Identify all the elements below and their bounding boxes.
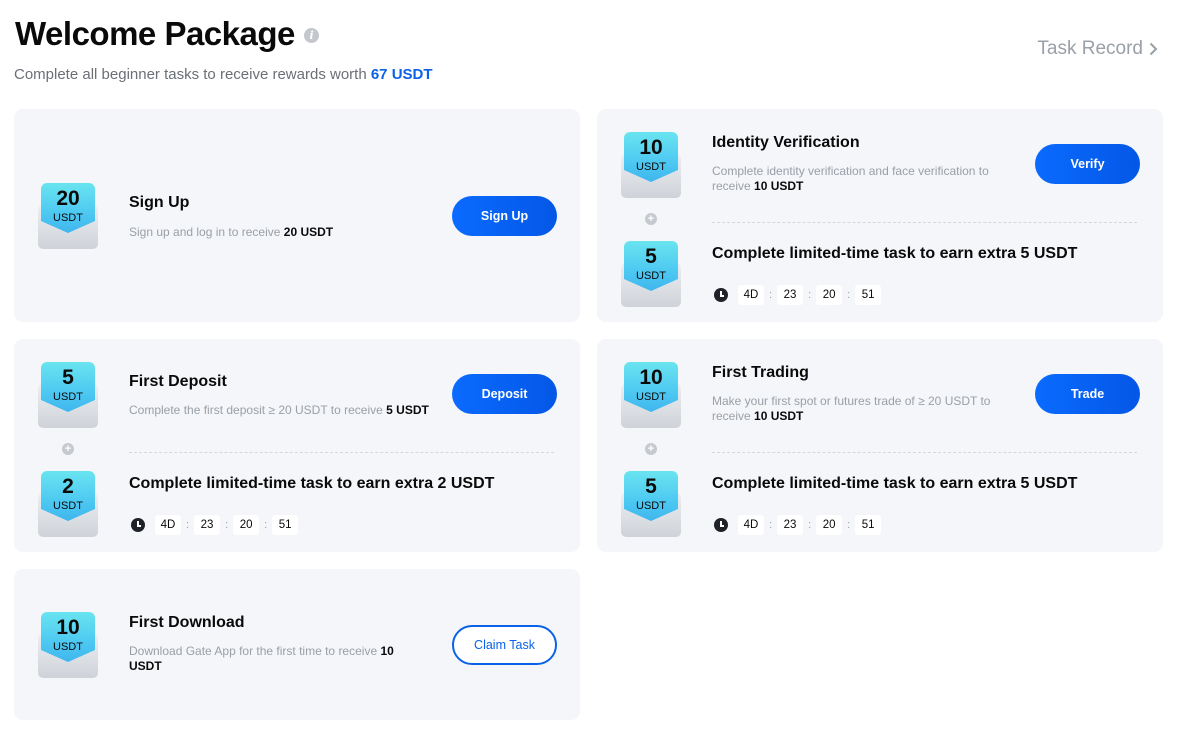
task-card-download: 10 USDT First Download Download Gate App… <box>14 569 580 720</box>
timer-days: 4D <box>738 515 764 535</box>
reward-badge: 10 USDT <box>38 612 98 678</box>
timer-hours: 23 <box>777 285 804 305</box>
page-title-text: Welcome Package <box>15 15 295 52</box>
task-title: First Trading <box>712 364 809 381</box>
reward-badge: 10 USDT <box>621 362 681 428</box>
clock-icon <box>714 288 728 302</box>
chevron-right-icon <box>1149 42 1158 56</box>
badge-value: 20 <box>56 187 80 210</box>
task-title: Sign Up <box>129 194 190 211</box>
page-title: Welcome Package i <box>15 15 319 53</box>
sign-up-button[interactable]: Sign Up <box>452 196 557 236</box>
badge-unit: USDT <box>53 500 83 512</box>
timer-hours: 23 <box>194 515 221 535</box>
badge-value: 5 <box>62 366 74 389</box>
task-description-text: Complete the first deposit ≥ 20 USDT to … <box>129 403 387 417</box>
page-subtitle: Complete all beginner tasks to receive r… <box>14 66 433 83</box>
task-title: Identity Verification <box>712 134 860 151</box>
countdown-timer: 4D : 23 : 20 : 51 <box>714 515 882 535</box>
timer-separator: : <box>186 519 190 531</box>
timer-separator: : <box>847 519 851 531</box>
badge-value: 5 <box>645 245 657 268</box>
task-card-trading: 10 USDT First Trading Make your first sp… <box>597 339 1163 552</box>
task-description-amount: 5 USDT <box>386 403 429 417</box>
timer-days: 4D <box>155 515 181 535</box>
badge-unit: USDT <box>636 270 666 282</box>
task-description: Complete identity verification and face … <box>712 164 1012 194</box>
timer-separator: : <box>808 519 812 531</box>
reward-badge: 2 USDT <box>38 471 98 537</box>
extra-task-title: Complete limited-time task to earn extra… <box>129 475 495 492</box>
task-description-text: Sign up and log in to receive <box>129 225 284 239</box>
info-icon[interactable]: i <box>303 27 319 43</box>
timer-seconds: 51 <box>272 515 299 535</box>
badge-unit: USDT <box>636 391 666 403</box>
task-title: First Deposit <box>129 373 227 390</box>
timer-separator: : <box>769 289 773 301</box>
task-description-text: Download Gate App for the first time to … <box>129 644 381 658</box>
divider <box>712 222 1137 223</box>
timer-seconds: 51 <box>855 285 882 305</box>
verify-button[interactable]: Verify <box>1035 144 1140 184</box>
task-description: Download Gate App for the first time to … <box>129 644 409 674</box>
badge-value: 10 <box>639 366 663 389</box>
trade-button[interactable]: Trade <box>1035 374 1140 414</box>
timer-minutes: 20 <box>816 515 843 535</box>
badge-unit: USDT <box>636 161 666 173</box>
clock-icon <box>714 518 728 532</box>
task-card-deposit: 5 USDT First Deposit Complete the first … <box>14 339 580 552</box>
timer-minutes: 20 <box>233 515 260 535</box>
task-title: First Download <box>129 614 245 631</box>
plus-icon: + <box>645 443 657 455</box>
timer-separator: : <box>225 519 229 531</box>
badge-unit: USDT <box>53 212 83 224</box>
deposit-button[interactable]: Deposit <box>452 374 557 414</box>
extra-task-title: Complete limited-time task to earn extra… <box>712 475 1078 492</box>
reward-badge: 5 USDT <box>38 362 98 428</box>
timer-seconds: 51 <box>855 515 882 535</box>
reward-badge: 5 USDT <box>621 471 681 537</box>
badge-unit: USDT <box>53 641 83 653</box>
reward-badge: 5 USDT <box>621 241 681 307</box>
badge-unit: USDT <box>636 500 666 512</box>
timer-separator: : <box>769 519 773 531</box>
timer-separator: : <box>847 289 851 301</box>
countdown-timer: 4D : 23 : 20 : 51 <box>714 285 882 305</box>
timer-minutes: 20 <box>816 285 843 305</box>
task-description: Make your first spot or futures trade of… <box>712 394 1012 424</box>
task-card-signup: 20 USDT Sign Up Sign up and log in to re… <box>14 109 580 322</box>
reward-badge: 10 USDT <box>621 132 681 198</box>
task-description: Complete the first deposit ≥ 20 USDT to … <box>129 403 449 418</box>
clock-icon <box>131 518 145 532</box>
task-description: Sign up and log in to receive 20 USDT <box>129 225 409 240</box>
divider <box>129 452 554 453</box>
badge-value: 5 <box>645 475 657 498</box>
task-record-label: Task Record <box>1037 38 1143 59</box>
countdown-timer: 4D : 23 : 20 : 51 <box>131 515 299 535</box>
timer-separator: : <box>264 519 268 531</box>
badge-unit: USDT <box>53 391 83 403</box>
timer-separator: : <box>808 289 812 301</box>
claim-task-button[interactable]: Claim Task <box>452 625 557 665</box>
extra-task-title: Complete limited-time task to earn extra… <box>712 245 1078 262</box>
subtitle-amount: 67 USDT <box>370 66 433 83</box>
subtitle-text: Complete all beginner tasks to receive r… <box>14 66 371 83</box>
badge-value: 10 <box>639 136 663 159</box>
timer-hours: 23 <box>777 515 804 535</box>
badge-value: 2 <box>62 475 74 498</box>
timer-days: 4D <box>738 285 764 305</box>
task-card-identity: 10 USDT Identity Verification Complete i… <box>597 109 1163 322</box>
task-description-amount: 10 USDT <box>754 179 804 193</box>
reward-badge: 20 USDT <box>38 183 98 249</box>
divider <box>712 452 1137 453</box>
task-description-amount: 20 USDT <box>283 225 334 239</box>
task-description-amount: 10 USDT <box>754 409 804 423</box>
plus-icon: + <box>62 443 74 455</box>
plus-icon: + <box>645 213 657 225</box>
task-record-link[interactable]: Task Record <box>1037 38 1158 60</box>
badge-value: 10 <box>56 616 80 639</box>
